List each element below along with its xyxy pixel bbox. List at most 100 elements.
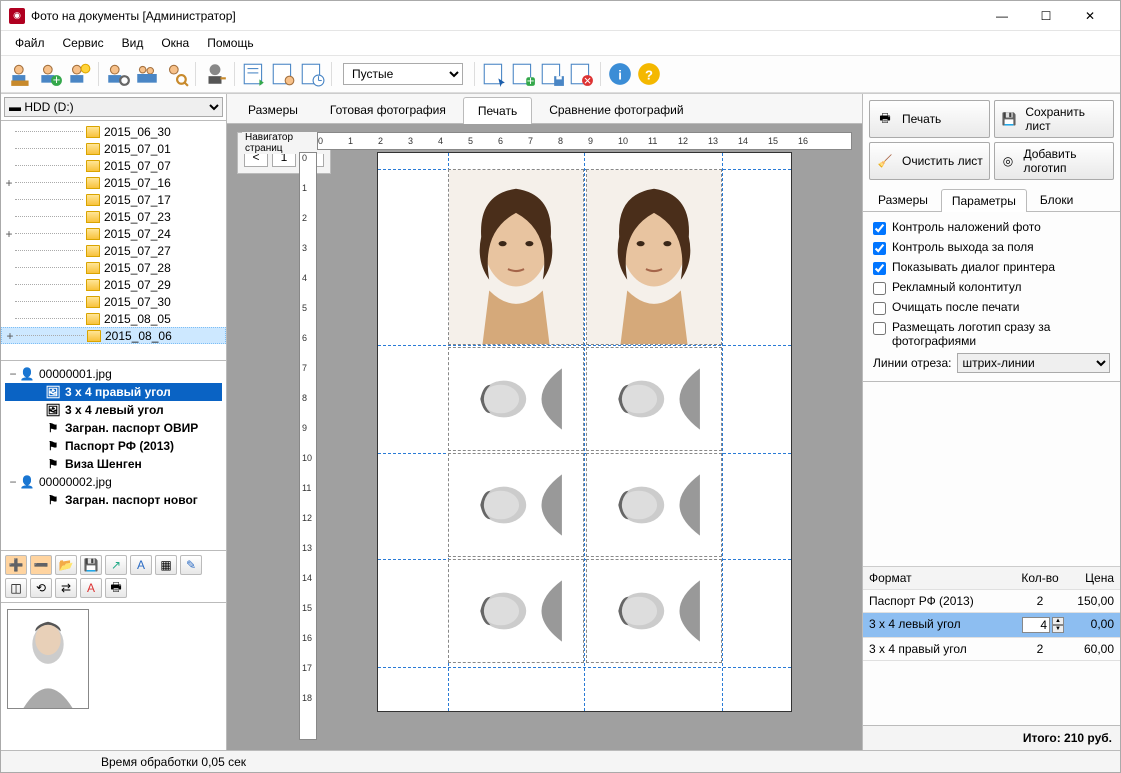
tool-open-icon[interactable] (7, 60, 35, 88)
drive-select[interactable]: ▬ HDD (D:) (4, 97, 223, 117)
tool-list-cursor-icon[interactable] (480, 60, 508, 88)
close-button[interactable]: ✕ (1068, 2, 1112, 30)
tab-compare[interactable]: Сравнение фотографий (534, 96, 698, 123)
tool-add-icon[interactable]: + (36, 60, 64, 88)
folder-row[interactable]: 2015_07_28 (1, 259, 226, 276)
tool-users-icon[interactable] (133, 60, 161, 88)
param-checkbox-row[interactable]: Контроль наложений фото (873, 220, 1110, 235)
tool-list-user-icon[interactable] (269, 60, 297, 88)
col-qty[interactable]: Кол-во (1010, 567, 1070, 589)
photo-cell[interactable] (586, 347, 722, 451)
tool-list-clock-icon[interactable] (298, 60, 326, 88)
add-logo-button[interactable]: ◎Добавить логотип (994, 142, 1115, 180)
mini-grid-icon[interactable]: ▦ (155, 555, 177, 575)
print-button[interactable]: 🖶Печать (869, 100, 990, 138)
save-sheet-button[interactable]: 💾Сохранить лист (994, 100, 1115, 138)
price-row[interactable]: 3 x 4 левый угол▲▼0,00 (863, 613, 1120, 638)
file-node[interactable]: ⚑Паспорт РФ (2013) (5, 437, 222, 455)
mini-edit-icon[interactable]: ✎ (180, 555, 202, 575)
maximize-button[interactable]: ☐ (1024, 2, 1068, 30)
photo-cell[interactable] (448, 559, 584, 663)
tab-sizes[interactable]: Размеры (233, 96, 313, 123)
param-checkbox-row[interactable]: Очищать после печати (873, 300, 1110, 315)
ptab-params[interactable]: Параметры (941, 189, 1027, 212)
tool-list-delete-icon[interactable]: × (567, 60, 595, 88)
tool-list-save-icon[interactable] (538, 60, 566, 88)
tool-user-gear-icon[interactable] (104, 60, 132, 88)
tool-search-icon[interactable] (162, 60, 190, 88)
clear-sheet-button[interactable]: 🧹Очистить лист (869, 142, 990, 180)
mini-export-icon[interactable]: ↗ (105, 555, 127, 575)
minimize-button[interactable]: — (980, 2, 1024, 30)
folder-row[interactable]: 2015_07_30 (1, 293, 226, 310)
photo-cell[interactable] (448, 453, 584, 557)
photo-cell[interactable] (448, 169, 584, 345)
mini-remove-icon[interactable]: ➖ (30, 555, 52, 575)
photo-cell[interactable] (586, 559, 722, 663)
menu-windows[interactable]: Окна (153, 33, 197, 53)
params-body: Контроль наложений фото Контроль выхода з… (863, 212, 1120, 382)
mini-flip-icon[interactable]: ⇄ (55, 578, 77, 598)
print-sheet[interactable] (377, 152, 792, 712)
mini-open-icon[interactable]: 📂 (55, 555, 77, 575)
folder-row[interactable]: +2015_07_24 (1, 225, 226, 242)
mini-text-icon[interactable]: A (130, 555, 152, 575)
file-node[interactable]: ⚑Виза Шенген (5, 455, 222, 473)
tool-key-icon[interactable] (201, 60, 229, 88)
photo-cell[interactable] (586, 169, 722, 345)
photo-cell[interactable] (586, 453, 722, 557)
folder-row[interactable]: +2015_08_06 (1, 327, 226, 344)
param-checkbox-row[interactable]: Показывать диалог принтера (873, 260, 1110, 275)
param-checkbox-row[interactable]: Размещать логотип сразу за фотографиями (873, 320, 1110, 348)
folder-row[interactable]: 2015_07_29 (1, 276, 226, 293)
qty-input[interactable] (1022, 617, 1050, 633)
mini-crop-icon[interactable]: ◫ (5, 578, 27, 598)
folder-row[interactable]: 2015_08_05 (1, 310, 226, 327)
mini-save-icon[interactable]: 💾 (80, 555, 102, 575)
app-icon: ◉ (9, 8, 25, 24)
param-checkbox-row[interactable]: Рекламный колонтитул (873, 280, 1110, 295)
mini-rotate-icon[interactable]: ⟲ (30, 578, 52, 598)
toolbar-template-select[interactable]: Пустые (343, 63, 463, 85)
tab-print[interactable]: Печать (463, 97, 532, 124)
col-format[interactable]: Формат (863, 567, 1010, 589)
tool-info-icon[interactable]: i (606, 60, 634, 88)
file-node[interactable]: ⚑Загран. паспорт новог (5, 491, 222, 509)
tool-list-add-icon[interactable]: + (509, 60, 537, 88)
print-preview-area[interactable]: Навигатор страниц < 1 > 0123456789101112… (227, 124, 862, 750)
file-node[interactable]: 🖼3 x 4 левый угол (5, 401, 222, 419)
menu-view[interactable]: Вид (114, 33, 152, 53)
ptab-sizes[interactable]: Размеры (867, 188, 939, 211)
tool-list-arrow-icon[interactable] (240, 60, 268, 88)
file-node[interactable]: −👤00000001.jpg (5, 365, 222, 383)
folder-row[interactable]: 2015_07_07 (1, 157, 226, 174)
menu-file[interactable]: Файл (7, 33, 53, 53)
price-row[interactable]: 3 x 4 правый угол260,00 (863, 638, 1120, 661)
ptab-blocks[interactable]: Блоки (1029, 188, 1085, 211)
folder-row[interactable]: 2015_07_23 (1, 208, 226, 225)
menu-service[interactable]: Сервис (55, 33, 112, 53)
file-tree[interactable]: −👤00000001.jpg🖼3 x 4 правый угол🖼3 x 4 л… (1, 361, 226, 551)
mini-add-icon[interactable]: ➕ (5, 555, 27, 575)
folder-tree[interactable]: 2015_06_302015_07_012015_07_07+2015_07_1… (1, 121, 226, 361)
folder-row[interactable]: 2015_07_17 (1, 191, 226, 208)
tab-finished[interactable]: Готовая фотография (315, 96, 461, 123)
menu-help[interactable]: Помощь (199, 33, 261, 53)
col-price[interactable]: Цена (1070, 567, 1120, 589)
param-checkbox-row[interactable]: Контроль выхода за поля (873, 240, 1110, 255)
file-node[interactable]: ⚑Загран. паспорт ОВИР (5, 419, 222, 437)
folder-row[interactable]: 2015_07_01 (1, 140, 226, 157)
file-node[interactable]: 🖼3 x 4 правый угол (5, 383, 222, 401)
preview-thumbnail[interactable] (7, 609, 89, 709)
cutlines-select[interactable]: штрих-линии (957, 353, 1110, 373)
file-node[interactable]: −👤00000002.jpg (5, 473, 222, 491)
tool-help-icon[interactable]: ? (635, 60, 663, 88)
tool-sun-icon[interactable] (65, 60, 93, 88)
folder-row[interactable]: +2015_07_16 (1, 174, 226, 191)
folder-row[interactable]: 2015_06_30 (1, 123, 226, 140)
mini-text2-icon[interactable]: A (80, 578, 102, 598)
price-row[interactable]: Паспорт РФ (2013)2150,00 (863, 590, 1120, 613)
photo-cell[interactable] (448, 347, 584, 451)
mini-print-icon[interactable]: 🖶 (105, 578, 127, 598)
folder-row[interactable]: 2015_07_27 (1, 242, 226, 259)
